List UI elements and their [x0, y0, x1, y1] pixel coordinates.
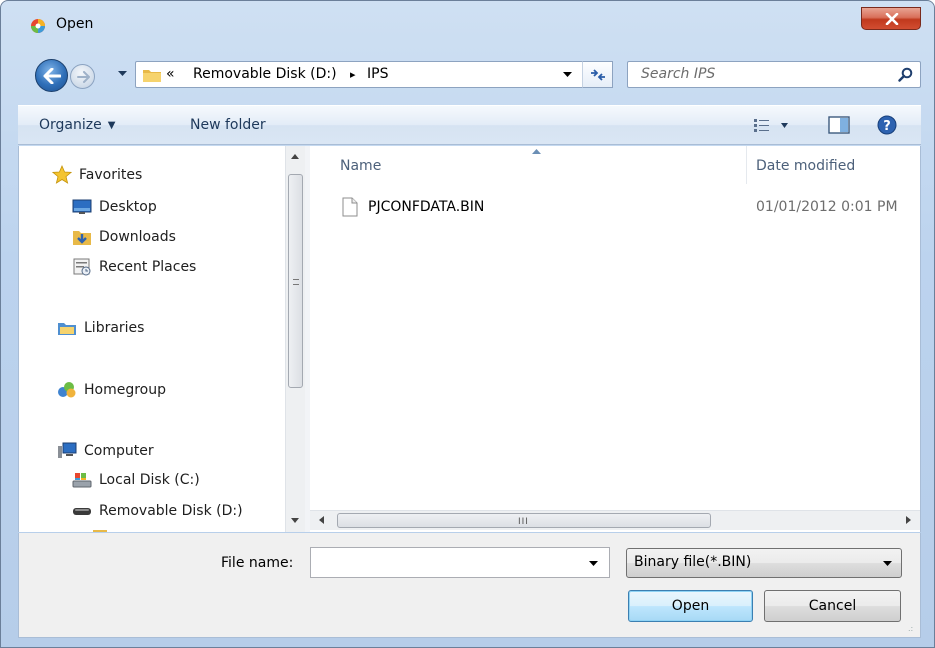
help-button[interactable]: ?: [877, 115, 897, 139]
chevron-down-icon: ▼: [107, 120, 116, 131]
search-input[interactable]: Search IPS: [641, 66, 715, 82]
open-button[interactable]: Open: [628, 590, 753, 622]
homegroup-icon: [57, 381, 77, 399]
removable-disk-icon: [72, 502, 92, 520]
view-options-icon: [754, 119, 788, 132]
refresh-button[interactable]: [582, 61, 613, 88]
column-header-name-label: Name: [340, 158, 382, 174]
nav-label-local-disk: Local Disk (C:): [99, 472, 200, 488]
breadcrumb-ips[interactable]: IPS: [367, 66, 388, 82]
desktop-icon: [72, 198, 92, 216]
browser-panes: Favorites Desktop Downloads Recent Place…: [18, 146, 921, 532]
star-icon: [52, 165, 72, 184]
nav-item-favorites[interactable]: Favorites: [52, 165, 143, 184]
chevron-down-icon[interactable]: [563, 72, 572, 78]
back-button[interactable]: [35, 59, 68, 92]
scroll-down-arrow[interactable]: [291, 518, 299, 523]
file-icon: [342, 197, 358, 217]
refresh-icon: [591, 69, 605, 81]
title-bar[interactable]: Open: [1, 1, 934, 37]
navigation-pane[interactable]: Favorites Desktop Downloads Recent Place…: [19, 146, 305, 532]
grip-icon: III: [518, 517, 529, 527]
close-icon: [885, 13, 899, 25]
nav-label-downloads: Downloads: [99, 229, 176, 245]
file-type-value: Binary file(*.BIN): [634, 554, 752, 570]
app-icon: [31, 19, 45, 33]
nav-item-desktop[interactable]: Desktop: [72, 198, 157, 216]
new-folder-button[interactable]: New folder: [190, 117, 266, 133]
nav-label-homegroup: Homegroup: [84, 382, 167, 398]
scroll-left-arrow[interactable]: [319, 516, 324, 524]
window-title: Open: [56, 16, 94, 32]
resize-grip-icon[interactable]: .:: [908, 624, 913, 633]
folder-icon: [143, 70, 161, 82]
nav-item-downloads[interactable]: Downloads: [72, 228, 176, 246]
libraries-icon: [57, 319, 77, 337]
preview-pane-button[interactable]: [828, 116, 850, 138]
nav-item-homegroup[interactable]: Homegroup: [57, 381, 166, 399]
back-arrow-icon: [43, 68, 61, 84]
nav-label-computer: Computer: [84, 443, 154, 459]
organize-button[interactable]: Organize ▼: [39, 117, 115, 133]
forward-button[interactable]: [70, 64, 95, 89]
help-icon: ?: [877, 115, 897, 135]
organize-label: Organize: [39, 117, 102, 133]
recent-places-icon: [72, 258, 92, 276]
search-icon[interactable]: [898, 67, 913, 82]
recent-pages-dropdown[interactable]: [118, 71, 127, 77]
grip-icon: [293, 279, 299, 285]
nav-label-favorites: Favorites: [79, 167, 143, 183]
dialog-footer: File name: Binary file(*.BIN) Open Cance…: [18, 533, 921, 638]
preview-pane-icon: [828, 116, 850, 134]
nav-item-libraries[interactable]: Libraries: [57, 319, 144, 337]
file-name: PJCONFDATA.BIN: [368, 199, 485, 215]
file-type-select[interactable]: Binary file(*.BIN): [626, 548, 902, 578]
forward-arrow-icon: [77, 71, 90, 83]
address-overflow-chevron[interactable]: «: [166, 66, 175, 82]
local-disk-icon: [72, 471, 92, 489]
nav-item-recent-places[interactable]: Recent Places: [72, 258, 196, 276]
chevron-down-icon: [883, 561, 892, 566]
nav-label-recent-places: Recent Places: [99, 259, 197, 275]
sort-ascending-icon: [532, 149, 541, 154]
search-box[interactable]: Search IPS: [627, 61, 921, 88]
breadcrumb-separator[interactable]: ▸: [350, 68, 356, 81]
downloads-folder-icon: [72, 228, 92, 246]
nav-label-libraries: Libraries: [84, 320, 145, 336]
file-name-field[interactable]: [310, 547, 610, 578]
open-dialog: Open « Removable Disk (D:) ▸ IPS Search …: [0, 0, 935, 648]
column-header-name[interactable]: Name: [310, 146, 747, 184]
file-row[interactable]: PJCONFDATA.BIN 01/01/2012 0:01 PM: [330, 195, 910, 219]
file-date-modified: 01/01/2012 0:01 PM: [756, 199, 898, 215]
change-view-button[interactable]: [754, 118, 788, 136]
horizontal-scroll-thumb[interactable]: III: [337, 513, 711, 528]
breadcrumb-removable-disk[interactable]: Removable Disk (D:): [193, 66, 337, 82]
computer-icon: [57, 442, 77, 460]
command-toolbar: Organize ▼ New folder ?: [18, 105, 921, 145]
chevron-down-icon[interactable]: [589, 561, 598, 567]
folder-icon: [93, 530, 107, 532]
close-button[interactable]: [861, 7, 921, 30]
address-bar[interactable]: « Removable Disk (D:) ▸ IPS: [135, 61, 612, 88]
nav-item-computer[interactable]: Computer: [57, 442, 154, 460]
scroll-right-arrow[interactable]: [906, 516, 911, 524]
nav-label-removable-disk: Removable Disk (D:): [99, 503, 243, 519]
nav-item-removable-disk[interactable]: Removable Disk (D:): [72, 502, 243, 520]
nav-pane-scrollbar[interactable]: [285, 146, 305, 532]
scroll-up-arrow[interactable]: [291, 154, 299, 159]
svg-text:?: ?: [883, 119, 891, 134]
column-header-date-label: Date modified: [756, 158, 856, 174]
file-name-label: File name:: [221, 555, 294, 571]
file-list-horizontal-scrollbar[interactable]: III: [310, 510, 920, 530]
cancel-button[interactable]: Cancel: [764, 590, 901, 622]
nav-scroll-thumb[interactable]: [288, 174, 303, 388]
nav-label-desktop: Desktop: [99, 199, 157, 215]
nav-item-local-disk[interactable]: Local Disk (C:): [72, 471, 200, 489]
column-header-date-modified[interactable]: Date modified: [747, 146, 920, 184]
file-list-pane[interactable]: Name Date modified PJCONFDATA.BIN 01/01/…: [310, 146, 920, 532]
